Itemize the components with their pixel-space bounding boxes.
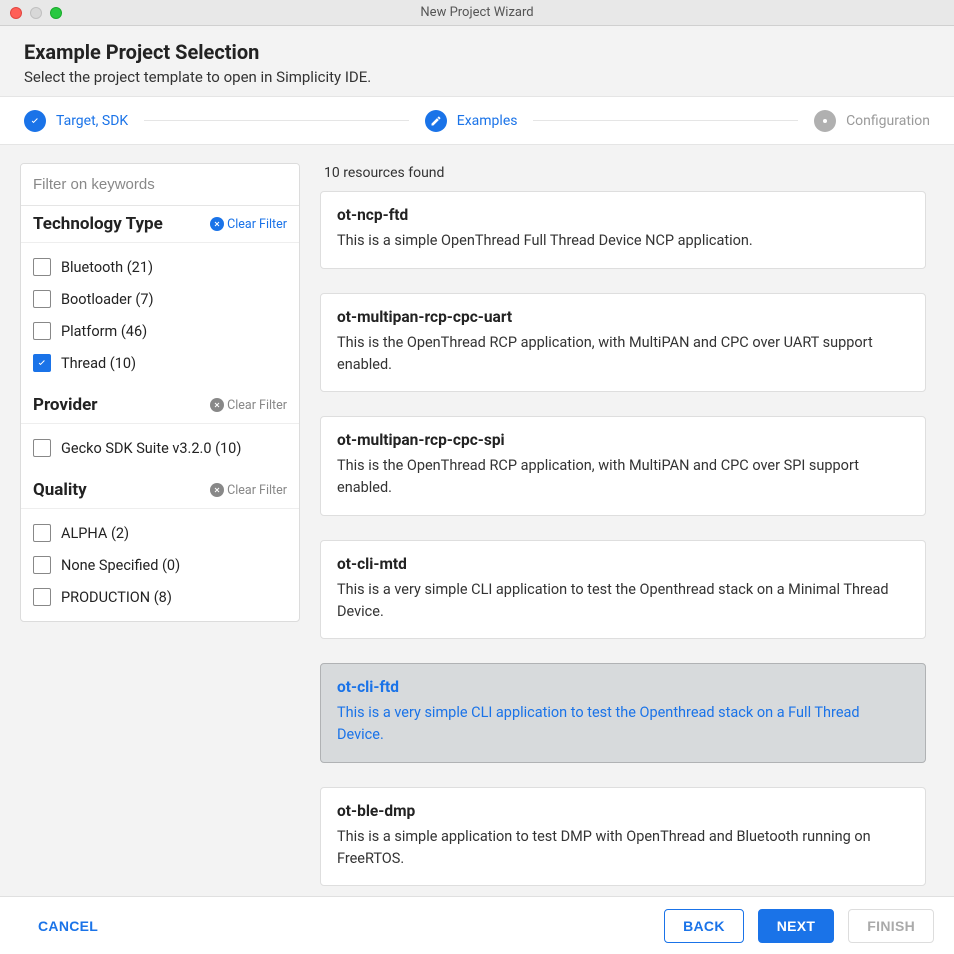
pencil-icon (425, 110, 447, 132)
filter-item-label: ALPHA (2) (61, 525, 129, 542)
checkbox[interactable] (33, 439, 51, 457)
step-divider (533, 120, 798, 121)
filter-item-bluetooth[interactable]: Bluetooth (21) (33, 251, 287, 283)
filter-group-technology-type: Technology Type Clear Filter (21, 206, 299, 243)
window-title: New Project Wizard (0, 5, 954, 20)
checkbox[interactable] (33, 556, 51, 574)
checkbox[interactable] (33, 322, 51, 340)
result-card-ot-cli-mtd[interactable]: ot-cli-mtd This is a very simple CLI app… (320, 540, 926, 640)
clear-filter-label: Clear Filter (227, 217, 287, 232)
filter-keyword-input[interactable] (21, 164, 299, 206)
filter-item-label: PRODUCTION (8) (61, 589, 172, 606)
clear-filter-provider[interactable]: Clear Filter (210, 398, 287, 413)
step-divider (144, 120, 409, 121)
clear-filter-technology[interactable]: Clear Filter (210, 217, 287, 232)
close-icon (210, 398, 224, 412)
result-card-ot-multipan-rcp-cpc-spi[interactable]: ot-multipan-rcp-cpc-spi This is the Open… (320, 416, 926, 516)
step-label: Examples (457, 113, 518, 129)
filter-items-provider: Gecko SDK Suite v3.2.0 (10) (21, 424, 299, 472)
result-title: ot-ncp-ftd (337, 206, 909, 224)
filter-item-alpha[interactable]: ALPHA (2) (33, 517, 287, 549)
filter-group-title: Technology Type (33, 214, 163, 234)
step-target-sdk[interactable]: Target, SDK (24, 110, 128, 132)
wizard-stepper: Target, SDK Examples Configuration (0, 97, 954, 145)
step-label: Configuration (846, 113, 930, 129)
filter-sidebar: Technology Type Clear Filter Bluetooth (… (20, 163, 300, 896)
filter-group-quality: Quality Clear Filter (21, 472, 299, 509)
clear-filter-label: Clear Filter (227, 483, 287, 498)
page-subtitle: Select the project template to open in S… (24, 68, 930, 86)
filter-panel: Technology Type Clear Filter Bluetooth (… (20, 163, 300, 622)
result-card-ot-ble-dmp[interactable]: ot-ble-dmp This is a simple application … (320, 787, 926, 887)
window-titlebar: New Project Wizard (0, 0, 954, 26)
clear-filter-label: Clear Filter (227, 398, 287, 413)
wizard-footer: CANCEL BACK NEXT FINISH (0, 896, 954, 954)
result-title: ot-ble-dmp (337, 802, 909, 820)
wizard-body: Technology Type Clear Filter Bluetooth (… (0, 145, 954, 896)
filter-item-bootloader[interactable]: Bootloader (7) (33, 283, 287, 315)
filter-item-production[interactable]: PRODUCTION (8) (33, 581, 287, 613)
result-desc: This is the OpenThread RCP application, … (337, 455, 909, 499)
result-title: ot-cli-ftd (337, 678, 909, 696)
checkbox[interactable] (33, 588, 51, 606)
filter-item-gecko-sdk[interactable]: Gecko SDK Suite v3.2.0 (10) (33, 432, 287, 464)
next-button[interactable]: NEXT (758, 909, 835, 943)
dot-icon (814, 110, 836, 132)
filter-items-quality: ALPHA (2) None Specified (0) PRODUCTION … (21, 509, 299, 621)
step-label: Target, SDK (56, 113, 128, 129)
filter-group-title: Quality (33, 480, 87, 500)
result-desc: This is the OpenThread RCP application, … (337, 332, 909, 376)
results-pane: 10 resources found ot-ncp-ftd This is a … (320, 163, 944, 896)
back-button[interactable]: BACK (664, 909, 744, 943)
page-header: Example Project Selection Select the pro… (0, 26, 954, 97)
result-card-ot-multipan-rcp-cpc-uart[interactable]: ot-multipan-rcp-cpc-uart This is the Ope… (320, 293, 926, 393)
close-icon (210, 217, 224, 231)
filter-item-label: None Specified (0) (61, 557, 180, 574)
filter-item-label: Bluetooth (21) (61, 259, 153, 276)
checkbox[interactable] (33, 354, 51, 372)
filter-item-label: Thread (10) (61, 355, 136, 372)
footer-right-buttons: BACK NEXT FINISH (664, 909, 934, 943)
checkbox[interactable] (33, 290, 51, 308)
results-count: 10 resources found (324, 165, 944, 181)
check-icon (24, 110, 46, 132)
finish-button: FINISH (848, 909, 934, 943)
filter-item-label: Platform (46) (61, 323, 147, 340)
cancel-button[interactable]: CANCEL (20, 909, 116, 943)
filter-item-thread[interactable]: Thread (10) (33, 347, 287, 379)
result-title: ot-cli-mtd (337, 555, 909, 573)
filter-item-label: Bootloader (7) (61, 291, 154, 308)
results-scroll[interactable]: ot-ncp-ftd This is a simple OpenThread F… (320, 191, 944, 896)
step-configuration: Configuration (814, 110, 930, 132)
filter-item-none-specified[interactable]: None Specified (0) (33, 549, 287, 581)
clear-filter-quality[interactable]: Clear Filter (210, 483, 287, 498)
step-examples[interactable]: Examples (425, 110, 518, 132)
checkbox[interactable] (33, 524, 51, 542)
close-icon (210, 483, 224, 497)
result-title: ot-multipan-rcp-cpc-spi (337, 431, 909, 449)
filter-item-platform[interactable]: Platform (46) (33, 315, 287, 347)
result-card-ot-ncp-ftd[interactable]: ot-ncp-ftd This is a simple OpenThread F… (320, 191, 926, 269)
result-card-ot-cli-ftd[interactable]: ot-cli-ftd This is a very simple CLI app… (320, 663, 926, 763)
filter-item-label: Gecko SDK Suite v3.2.0 (10) (61, 440, 241, 457)
result-desc: This is a simple OpenThread Full Thread … (337, 230, 909, 252)
result-desc: This is a very simple CLI application to… (337, 579, 909, 623)
filter-group-title: Provider (33, 395, 97, 415)
result-title: ot-multipan-rcp-cpc-uart (337, 308, 909, 326)
result-desc: This is a simple application to test DMP… (337, 826, 909, 870)
result-desc: This is a very simple CLI application to… (337, 702, 909, 746)
checkbox[interactable] (33, 258, 51, 276)
page-title: Example Project Selection (24, 40, 930, 64)
filter-items-technology: Bluetooth (21) Bootloader (7) Platform (… (21, 243, 299, 387)
filter-group-provider: Provider Clear Filter (21, 387, 299, 424)
